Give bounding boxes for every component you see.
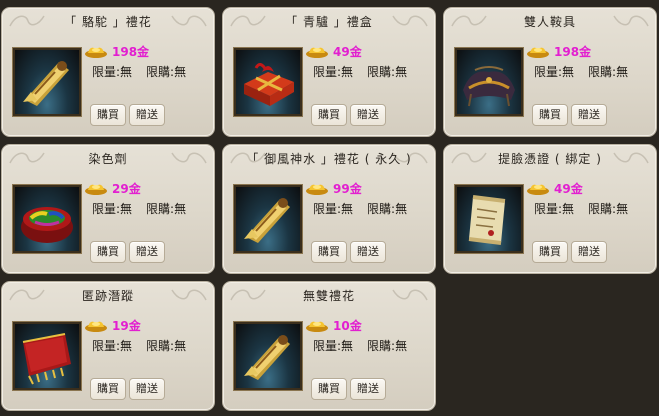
limit-purchase: 限購:無 xyxy=(146,65,187,79)
limit-quantity: 限量:無 xyxy=(92,65,133,79)
price-row: 29金 xyxy=(84,179,141,197)
buy-button[interactable]: 購買 xyxy=(311,241,347,263)
firework-gold-icon[interactable] xyxy=(234,322,302,390)
gift-button[interactable]: 贈送 xyxy=(129,378,165,400)
gold-ingot-icon xyxy=(306,184,328,195)
limit-info: 限量:無 限購:無 xyxy=(92,200,186,217)
item-name: 「 御風神水 」禮花 ( 永久 ) xyxy=(246,152,412,166)
limit-quantity: 限量:無 xyxy=(92,339,133,353)
limit-info: 限量:無 限購:無 xyxy=(92,63,186,80)
buy-button[interactable]: 購買 xyxy=(90,378,126,400)
limit-info: 限量:無 限購:無 xyxy=(534,63,628,80)
scroll-icon[interactable] xyxy=(455,185,523,253)
gold-ingot-icon xyxy=(85,47,107,58)
item-name: 「 青驢 」禮盒 xyxy=(285,15,373,29)
shop-item-card: 「 青驢 」禮盒 49金 限量:無 限購:無 購買 贈送 xyxy=(222,7,436,137)
saddle-icon[interactable] xyxy=(455,48,523,116)
item-price: 49金 xyxy=(554,181,583,196)
gold-ingot-icon xyxy=(85,184,107,195)
limit-info: 限量:無 限購:無 xyxy=(313,337,407,354)
limit-quantity: 限量:無 xyxy=(313,65,354,79)
limit-info: 限量:無 限購:無 xyxy=(313,63,407,80)
shop-item-card: 無雙禮花 10金 限量:無 限購:無 購買 贈送 xyxy=(222,281,436,411)
limit-quantity: 限量:無 xyxy=(313,202,354,216)
item-price: 198金 xyxy=(554,44,592,59)
item-name: 匿跡潛蹤 xyxy=(81,289,134,303)
red-gift-box-icon[interactable] xyxy=(234,48,302,116)
limit-purchase: 限購:無 xyxy=(146,339,187,353)
price-row: 49金 xyxy=(305,42,362,60)
limit-info: 限量:無 限購:無 xyxy=(92,337,186,354)
buy-button[interactable]: 購買 xyxy=(90,241,126,263)
price-row: 10金 xyxy=(305,316,362,334)
limit-purchase: 限購:無 xyxy=(367,202,408,216)
gold-ingot-icon xyxy=(527,47,549,58)
gift-button[interactable]: 贈送 xyxy=(350,378,386,400)
item-name: 無雙禮花 xyxy=(302,289,355,303)
item-name: 染色劑 xyxy=(88,152,128,166)
item-name: 「 駱駝 」禮花 xyxy=(64,15,152,29)
shop-item-card: 匿跡潛蹤 19金 限量:無 限購:無 購買 贈送 xyxy=(1,281,215,411)
item-name: 提臉憑證 ( 綁定 ) xyxy=(498,152,602,166)
item-price: 198金 xyxy=(112,44,150,59)
gold-ingot-icon xyxy=(306,321,328,332)
shop-item-card: 「 御風神水 」禮花 ( 永久 ) 99金 限量:無 限購:無 購買 贈送 xyxy=(222,144,436,274)
gift-button[interactable]: 贈送 xyxy=(129,241,165,263)
price-row: 99金 xyxy=(305,179,362,197)
price-row: 198金 xyxy=(526,42,591,60)
price-row: 19金 xyxy=(84,316,141,334)
item-price: 19金 xyxy=(112,318,141,333)
buy-button[interactable]: 購買 xyxy=(532,104,568,126)
limit-purchase: 限購:無 xyxy=(367,65,408,79)
shop-item-card: 提臉憑證 ( 綁定 ) 49金 限量:無 限購:無 購買 贈送 xyxy=(443,144,657,274)
gold-ingot-icon xyxy=(527,184,549,195)
limit-quantity: 限量:無 xyxy=(313,339,354,353)
limit-quantity: 限量:無 xyxy=(534,202,575,216)
gold-ingot-icon xyxy=(85,321,107,332)
gift-button[interactable]: 贈送 xyxy=(571,104,607,126)
limit-purchase: 限購:無 xyxy=(367,339,408,353)
limit-purchase: 限購:無 xyxy=(146,202,187,216)
dye-bowl-icon[interactable] xyxy=(13,185,81,253)
gift-button[interactable]: 贈送 xyxy=(350,241,386,263)
shop-grid: 「 駱駝 」禮花 198金 限量:無 限購:無 購買 贈送 「 青驢 」禮盒 49… xyxy=(0,0,659,416)
shop-item-card: 染色劑 29金 限量:無 限購:無 購買 贈送 xyxy=(1,144,215,274)
gift-button[interactable]: 贈送 xyxy=(129,104,165,126)
item-price: 29金 xyxy=(112,181,141,196)
buy-button[interactable]: 購買 xyxy=(90,104,126,126)
limit-quantity: 限量:無 xyxy=(92,202,133,216)
firework-gold-icon[interactable] xyxy=(13,48,81,116)
shop-item-card: 雙人鞍具 198金 限量:無 限購:無 購買 贈送 xyxy=(443,7,657,137)
item-name: 雙人鞍具 xyxy=(523,15,576,29)
buy-button[interactable]: 購買 xyxy=(311,104,347,126)
item-price: 99金 xyxy=(333,181,362,196)
buy-button[interactable]: 購買 xyxy=(532,241,568,263)
gift-button[interactable]: 贈送 xyxy=(350,104,386,126)
limit-quantity: 限量:無 xyxy=(534,65,575,79)
item-price: 49金 xyxy=(333,44,362,59)
gift-button[interactable]: 贈送 xyxy=(571,241,607,263)
shop-item-card: 「 駱駝 」禮花 198金 限量:無 限購:無 購買 贈送 xyxy=(1,7,215,137)
firework-gold-icon[interactable] xyxy=(234,185,302,253)
buy-button[interactable]: 購買 xyxy=(311,378,347,400)
price-row: 198金 xyxy=(84,42,149,60)
limit-purchase: 限購:無 xyxy=(588,65,629,79)
limit-purchase: 限購:無 xyxy=(588,202,629,216)
item-price: 10金 xyxy=(333,318,362,333)
limit-info: 限量:無 限購:無 xyxy=(534,200,628,217)
red-cloth-icon[interactable] xyxy=(13,322,81,390)
limit-info: 限量:無 限購:無 xyxy=(313,200,407,217)
price-row: 49金 xyxy=(526,179,583,197)
gold-ingot-icon xyxy=(306,47,328,58)
